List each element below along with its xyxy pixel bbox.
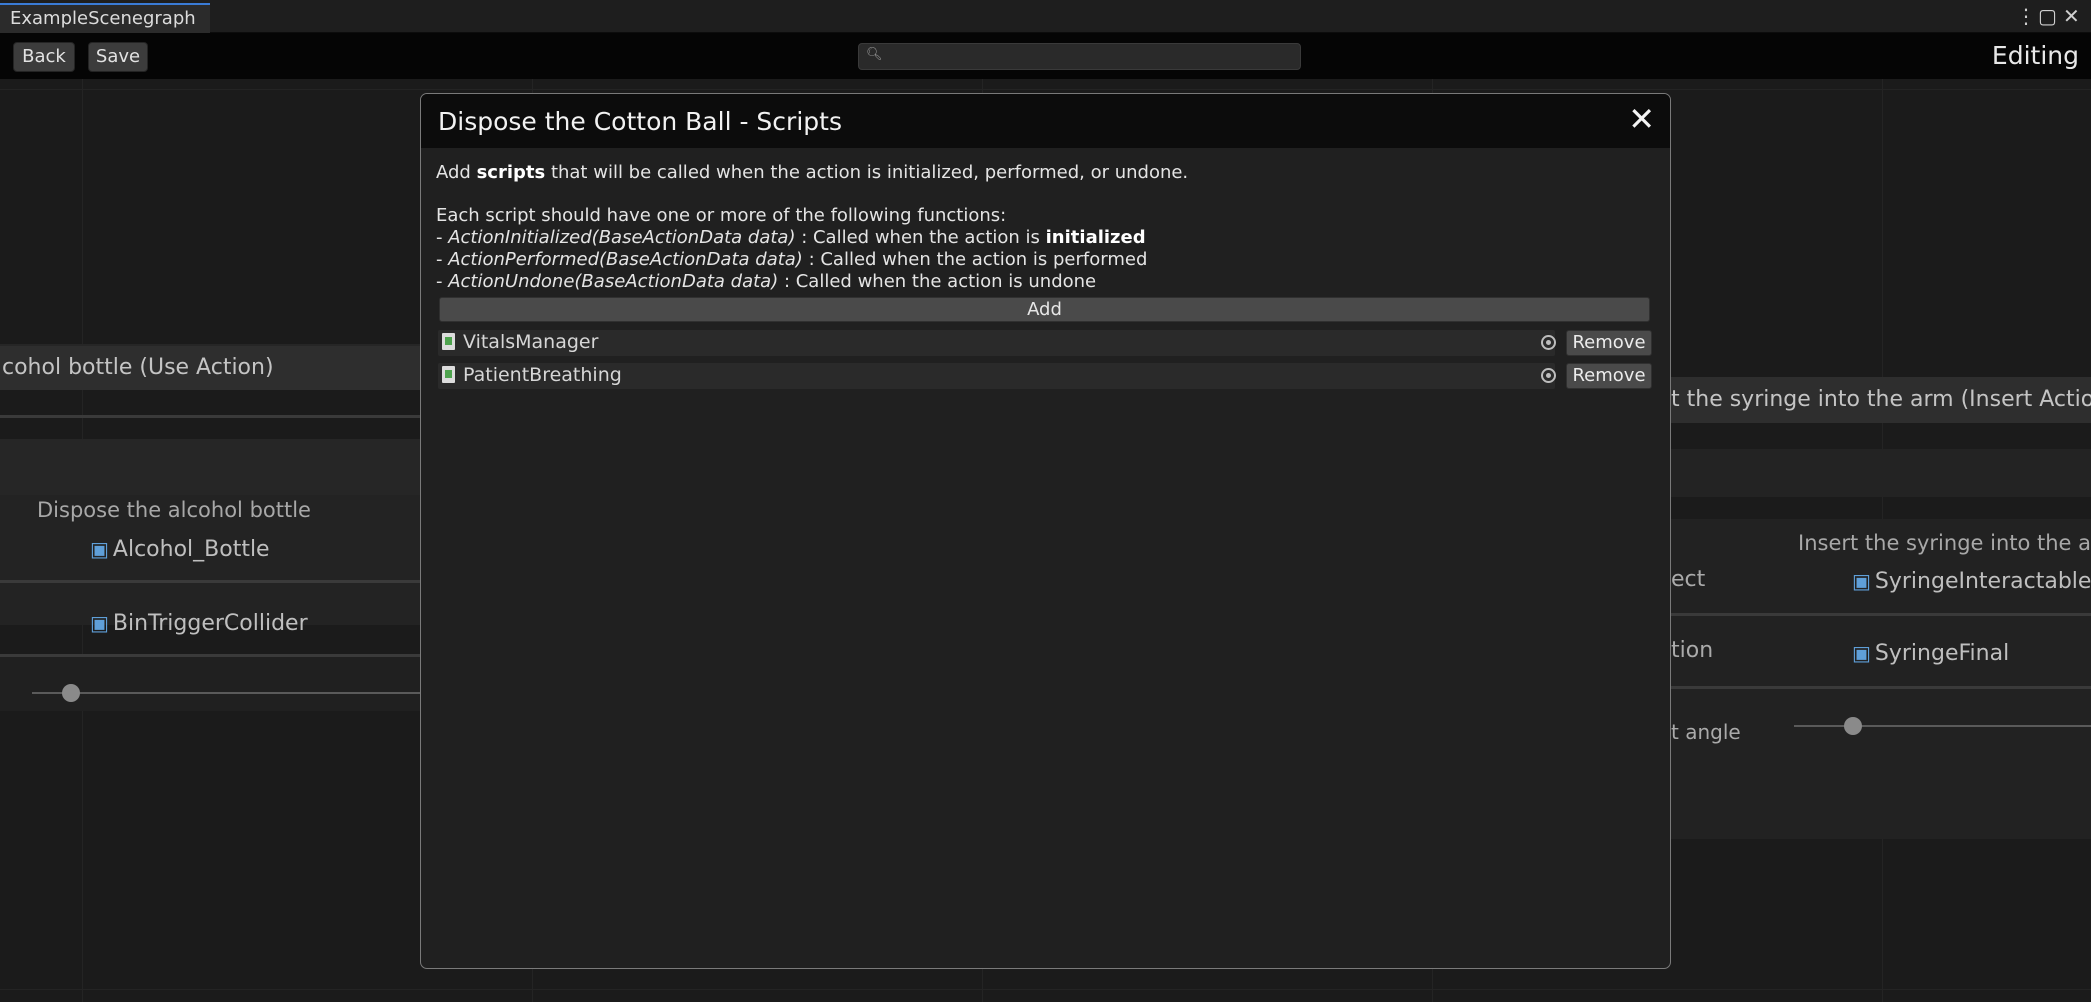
left-node-object-field-2[interactable]: ▣ BinTriggerCollider xyxy=(90,611,308,636)
editor-tab-bar: ExampleScenegraph ⋮ ▢ ✕ xyxy=(0,0,2091,33)
right-node-label-3: t angle xyxy=(1671,720,1741,744)
left-node-subtitle: Dispose the alcohol bottle xyxy=(37,498,311,522)
left-node-title[interactable]: cohol bottle (Use Action) xyxy=(0,346,420,390)
maximize-icon[interactable]: ▢ xyxy=(2038,3,2057,29)
script-name: PatientBreathing xyxy=(463,364,622,386)
object-picker-icon[interactable] xyxy=(1541,368,1556,383)
script-object-field[interactable]: VitalsManager xyxy=(438,330,1555,356)
save-button[interactable]: Save xyxy=(88,42,148,72)
remove-script-button[interactable]: Remove xyxy=(1566,330,1652,356)
search-icon: 🔍︎ xyxy=(866,47,883,62)
add-script-button[interactable]: Add xyxy=(439,297,1650,322)
list-item: PatientBreathing Remove xyxy=(438,363,1652,389)
gameobject-cube-icon: ▣ xyxy=(1852,569,1871,593)
function-line-performed: - ActionPerformed(BaseActionData data) :… xyxy=(436,249,1148,270)
right-node-divider xyxy=(1671,613,2091,616)
back-button[interactable]: Back xyxy=(13,42,75,72)
left-node-slider-row xyxy=(0,657,420,711)
gameobject-cube-icon: ▣ xyxy=(90,611,109,635)
close-window-icon[interactable]: ✕ xyxy=(2063,3,2080,29)
mode-label: Editing xyxy=(1991,41,2079,70)
gameobject-cube-icon: ▣ xyxy=(1852,641,1871,665)
right-node-label-1: ect xyxy=(1671,567,1706,592)
tab-title: ExampleScenegraph xyxy=(10,8,196,29)
script-name: VitalsManager xyxy=(463,331,599,353)
right-node-subtitle: Insert the syringe into the arm xyxy=(1798,531,2091,555)
dialog-header: Dispose the Cotton Ball - Scripts ✕ xyxy=(421,94,1670,148)
left-node-slider-handle[interactable] xyxy=(61,684,80,702)
right-node-slider-track[interactable] xyxy=(1794,725,2091,727)
search-input[interactable]: 🔍︎ xyxy=(858,43,1301,70)
function-line-undone: - ActionUndone(BaseActionData data) : Ca… xyxy=(436,271,1097,292)
remove-script-button[interactable]: Remove xyxy=(1566,363,1652,389)
close-icon[interactable]: ✕ xyxy=(1628,101,1655,137)
tab-example-scenegraph[interactable]: ExampleScenegraph xyxy=(0,3,210,33)
graph-toolbar: Back Save 🔍︎ Editing xyxy=(0,33,2091,79)
left-node-slider-track[interactable] xyxy=(32,692,420,694)
right-node-band xyxy=(1671,449,2091,497)
right-node-title[interactable]: t the syringe into the arm (Insert Actio… xyxy=(1671,377,2091,423)
dialog-intro: Add scripts that will be called when the… xyxy=(436,162,1189,183)
dialog-title: Dispose the Cotton Ball - Scripts xyxy=(438,107,842,136)
list-item: VitalsManager Remove xyxy=(438,330,1652,356)
script-file-icon xyxy=(442,333,455,350)
right-node-object-field-1[interactable]: ▣ SyringeInteractable xyxy=(1852,569,2091,594)
functions-heading: Each script should have one or more of t… xyxy=(436,205,1007,226)
scripts-dialog: Dispose the Cotton Ball - Scripts ✕ Add … xyxy=(420,93,1671,969)
right-node-divider-2 xyxy=(1671,686,2091,689)
right-node-body xyxy=(1671,519,2091,839)
script-file-icon xyxy=(442,366,455,383)
gameobject-cube-icon: ▣ xyxy=(90,537,109,561)
more-options-icon[interactable]: ⋮ xyxy=(2016,3,2036,29)
script-object-field[interactable]: PatientBreathing xyxy=(438,363,1555,389)
left-node-divider xyxy=(0,415,420,418)
object-picker-icon[interactable] xyxy=(1541,335,1556,350)
left-node-divider-2 xyxy=(0,580,420,583)
left-node-object-field-1[interactable]: ▣ Alcohol_Bottle xyxy=(90,537,270,562)
right-node-label-2: tion xyxy=(1671,638,1714,663)
function-line-initialized: - ActionInitialized(BaseActionData data)… xyxy=(436,227,1146,248)
right-node-object-field-2[interactable]: ▣ SyringeFinal xyxy=(1852,641,2009,666)
